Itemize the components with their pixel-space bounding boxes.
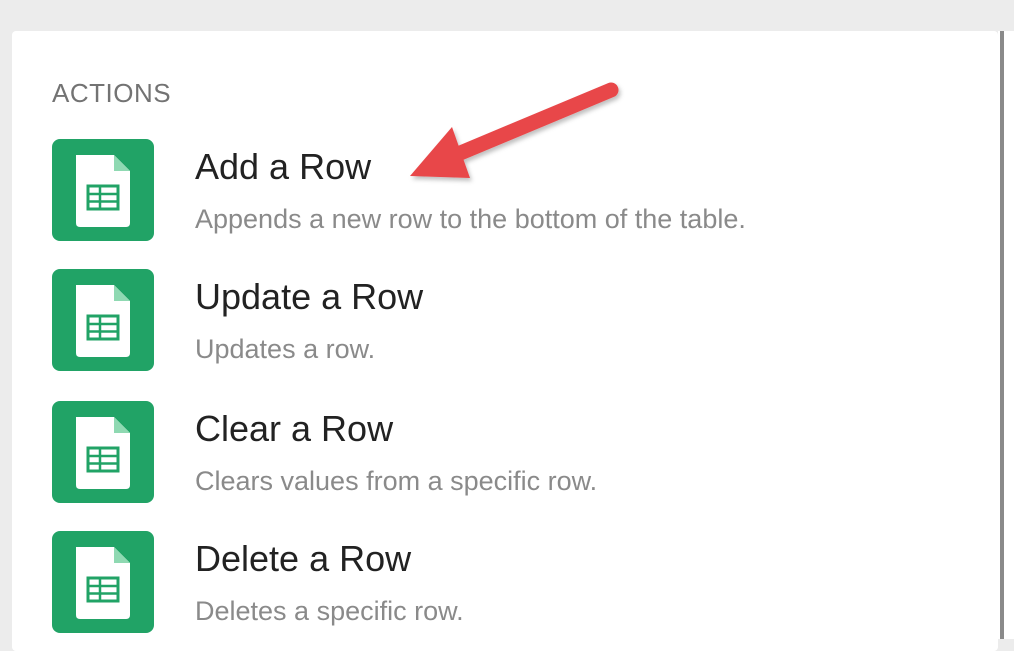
action-title: Delete a Row [195,538,412,579]
action-description: Updates a row. [195,334,376,364]
action-title: Update a Row [195,276,424,317]
action-item-add-row[interactable]: Add a Row Appends a new row to the botto… [52,139,952,243]
action-item-clear-row[interactable]: Clear a Row Clears values from a specifi… [52,401,952,505]
google-sheets-icon [52,269,154,371]
action-description: Appends a new row to the bottom of the t… [195,204,746,234]
action-title: Clear a Row [195,408,394,449]
scrollbar-thumb[interactable] [1000,31,1004,639]
scrollbar[interactable] [998,31,1014,639]
action-title: Add a Row [195,146,372,187]
action-item-update-row[interactable]: Update a Row Updates a row. [52,269,952,373]
section-header-actions: ACTIONS [52,78,172,108]
google-sheets-icon [52,531,154,633]
action-description: Clears values from a specific row. [195,466,598,496]
google-sheets-icon [52,139,154,241]
action-item-delete-row[interactable]: Delete a Row Deletes a specific row. [52,531,952,635]
action-description: Deletes a specific row. [195,596,464,626]
google-sheets-icon [52,401,154,503]
